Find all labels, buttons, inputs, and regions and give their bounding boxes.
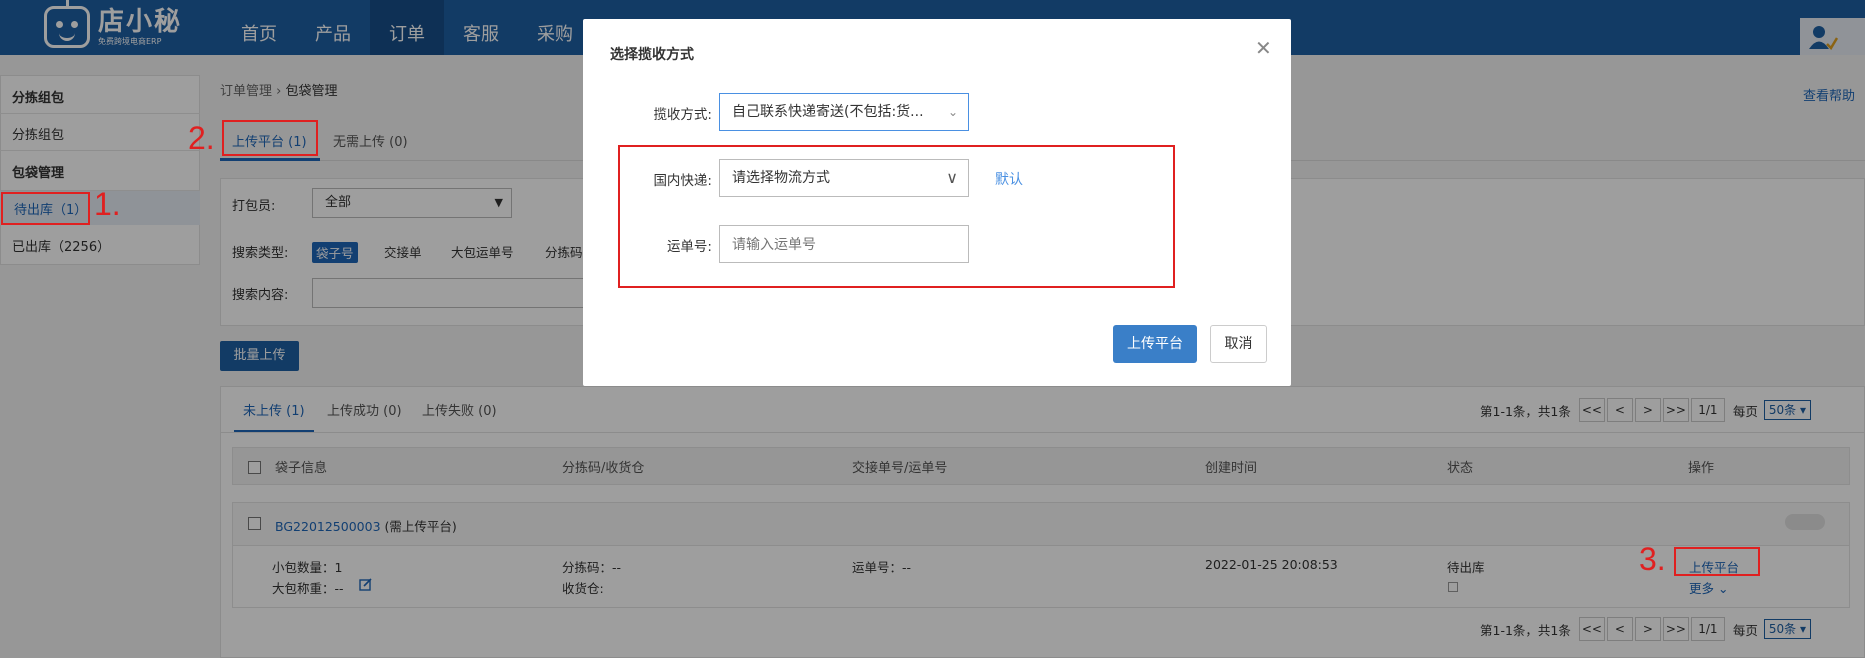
chevron-down-icon: ⌄ [947,105,958,119]
pickup-method-select[interactable]: 自己联系快递寄送(不包括:货... ⌄ [719,93,969,131]
annotation-number-1: 1. [94,186,121,222]
pickup-method-label: 揽收方式: [653,107,712,123]
cancel-button[interactable]: 取消 [1210,325,1267,363]
annotation-box-3 [1674,547,1760,576]
close-icon[interactable]: ✕ [1255,36,1272,60]
dialog-title: 选择揽收方式 [610,47,694,63]
annotation-number-3: 3. [1639,541,1666,577]
pickup-method-value: 自己联系快递寄送(不包括:货... [732,104,924,120]
annotation-box-2 [222,120,318,156]
annotation-box-modal [618,145,1175,288]
annotation-box-1 [1,192,90,225]
annotation-number-2: 2. [188,120,215,156]
upload-platform-button[interactable]: 上传平台 [1113,325,1197,363]
